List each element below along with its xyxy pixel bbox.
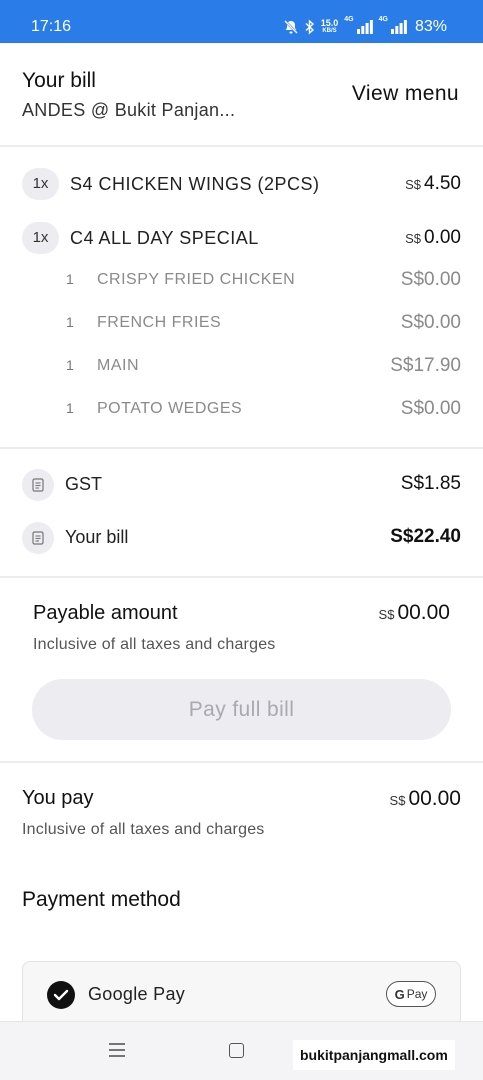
mute-bell-icon [283, 19, 299, 35]
currency-label: S$ [405, 177, 422, 192]
view-menu-link[interactable]: View menu [352, 81, 459, 107]
currency-label: S$ [389, 793, 406, 808]
gst-row: GST S$1.85 [0, 469, 483, 503]
sub-item-qty: 1 [66, 271, 74, 287]
quantity-badge: 1x [22, 168, 59, 200]
sub-item-price: S$17.90 [390, 355, 461, 376]
check-circle-icon[interactable] [47, 981, 75, 1009]
payable-note: Inclusive of all taxes and charges [33, 636, 276, 653]
google-pay-logo-icon: G Pay [386, 981, 436, 1007]
bill-total-value: S$22.40 [390, 526, 461, 547]
item-price-value: 0.00 [424, 227, 461, 248]
currency-label: S$ [378, 607, 395, 622]
sub-item-price: S$0.00 [400, 269, 461, 290]
watermark: bukitpanjangmall.com [293, 1040, 455, 1070]
status-icons: 15.0 KB/S 4G 4G 83% [283, 15, 447, 39]
sub-item-price: S$0.00 [400, 398, 461, 419]
battery-percent: 83% [414, 18, 447, 35]
home-icon[interactable] [229, 1043, 244, 1058]
gst-value: S$1.85 [400, 473, 461, 494]
sub-item: 1 CRISPY FRIED CHICKEN S$0.00 [0, 269, 483, 293]
google-g-mark: G [394, 986, 405, 1002]
sub-item-name: CRISPY FRIED CHICKEN [97, 271, 296, 288]
item-price-value: 4.50 [424, 173, 461, 194]
sub-item-name: POTATO WEDGES [97, 400, 243, 417]
sub-item-qty: 1 [66, 314, 74, 330]
you-pay-note: Inclusive of all taxes and charges [22, 821, 265, 838]
sub-item-qty: 1 [66, 400, 74, 416]
order-item: 1x S4 CHICKEN WINGS (2PCS) S$ 4.50 [0, 168, 483, 202]
page-title: Your bill [22, 69, 96, 92]
item-price: S$ 4.50 [405, 172, 461, 197]
restaurant-name: ANDES @ Bukit Panjan... [22, 100, 236, 120]
section-divider [0, 761, 483, 763]
sub-item-price: S$0.00 [400, 312, 461, 333]
payable-amount-value: 00.00 [397, 601, 450, 624]
you-pay-amount: S$ 00.00 [390, 787, 461, 811]
payable-amount: S$ 00.00 [379, 601, 450, 625]
network-type-2: 4G [378, 16, 388, 23]
quantity-badge: 1x [22, 222, 59, 254]
sub-item: 1 POTATO WEDGES S$0.00 [0, 398, 483, 422]
sub-item-name: MAIN [97, 357, 139, 374]
google-pay-label: Google Pay [88, 984, 186, 1004]
receipt-icon [22, 522, 54, 554]
you-pay-title: You pay [22, 787, 94, 809]
currency-label: S$ [405, 231, 422, 246]
signal-icon [356, 20, 373, 34]
you-pay-amount-value: 00.00 [408, 787, 461, 810]
order-item: 1x C4 ALL DAY SPECIAL S$ 0.00 [0, 222, 483, 256]
item-name: S4 CHICKEN WINGS (2PCS) [70, 174, 320, 194]
status-time: 17:16 [31, 18, 72, 35]
bill-total-label: Your bill [65, 527, 129, 547]
section-divider [0, 447, 483, 449]
pay-full-bill-button[interactable]: Pay full bill [32, 679, 451, 740]
payable-amount-title: Payable amount [33, 602, 178, 624]
gst-label: GST [65, 474, 103, 494]
section-divider [0, 576, 483, 578]
bluetooth-icon [305, 19, 315, 35]
signal-icon [390, 20, 407, 34]
google-pay-badge-text: Pay [406, 987, 428, 1001]
net-speed-value: 15.0 [320, 18, 339, 28]
receipt-icon [22, 469, 54, 501]
net-speed: 15.0 KB/S [321, 19, 339, 35]
sub-item-name: FRENCH FRIES [97, 314, 222, 331]
bill-header: Your bill ANDES @ Bukit Panjan... View m… [0, 43, 483, 147]
net-speed-unit: KB/S [322, 28, 337, 34]
network-type-1: 4G [344, 16, 354, 23]
item-price: S$ 0.00 [405, 226, 461, 251]
bill-total-row: Your bill S$22.40 [0, 522, 483, 556]
sub-item: 1 MAIN S$17.90 [0, 355, 483, 379]
payment-method-title: Payment method [22, 888, 181, 911]
recent-apps-icon[interactable] [108, 1042, 126, 1063]
sub-item-qty: 1 [66, 357, 74, 373]
sub-item: 1 FRENCH FRIES S$0.00 [0, 312, 483, 336]
status-bar: 17:16 15.0 KB/S 4G 4G 83% [0, 0, 483, 43]
item-name: C4 ALL DAY SPECIAL [70, 228, 259, 248]
